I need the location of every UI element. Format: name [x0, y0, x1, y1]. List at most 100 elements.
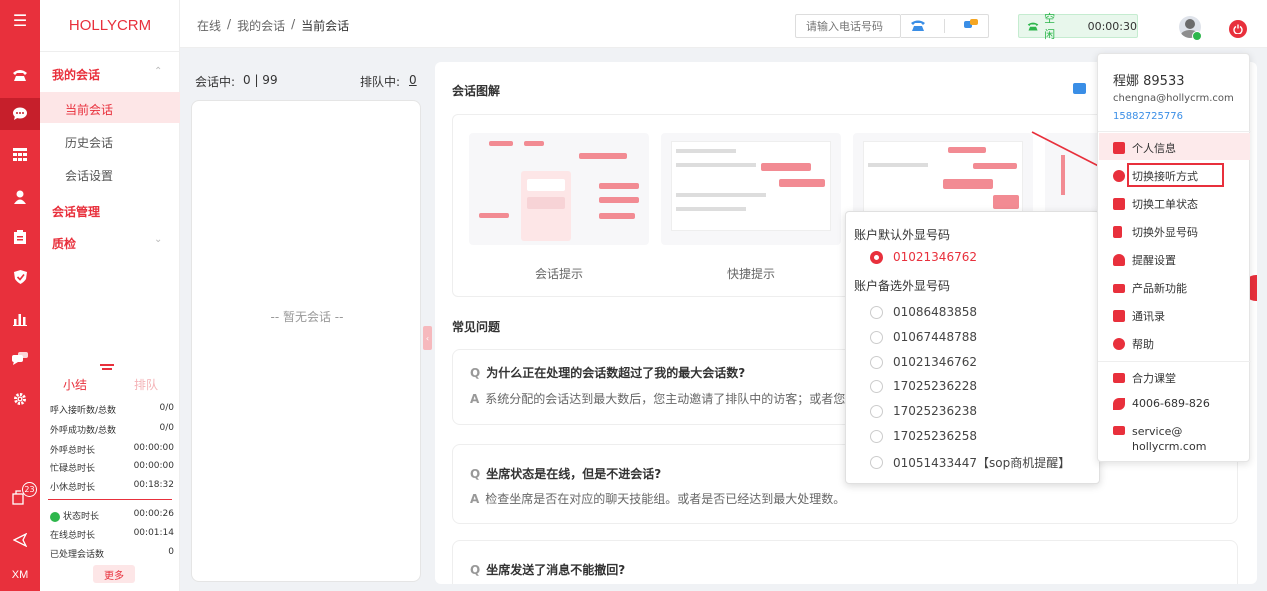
radio-icon [870, 379, 883, 393]
comment-icon[interactable] [0, 346, 40, 372]
phone-input[interactable] [795, 14, 901, 38]
dial-phone-icon[interactable] [910, 19, 926, 34]
nav-history-session[interactable]: 历史会话 [65, 134, 113, 151]
caller-id-popup: 账户默认外显号码 01021346762 账户备选外显号码 0108648385… [845, 211, 1100, 484]
stat-row: 外呼成功数/总数 0/0 [50, 423, 174, 436]
nav-current-session[interactable]: 当前会话 [65, 101, 113, 118]
stat-row: 在线总时长 00:01:14 [50, 528, 174, 541]
clipboard-icon [1113, 198, 1125, 210]
send-icon[interactable] [0, 527, 40, 553]
diagram-title: 会话图解 [452, 84, 501, 98]
breadcrumb-current: 当前会话 [301, 19, 350, 33]
faq-item[interactable]: Q 坐席发送了消息不能撤回? [452, 540, 1238, 584]
user-name: 程娜 89533 [1113, 74, 1185, 89]
contacts-icon [1113, 310, 1125, 322]
conversation-list: -- 暂无会话 -- [191, 100, 421, 582]
menu-link-hotline[interactable]: 4006-689-826 [1113, 397, 1210, 410]
status-label: 空闲 [1044, 12, 1056, 41]
in-session-value: 0 | 99 [243, 73, 278, 87]
agent-status[interactable]: 空闲 00:00:30 [1018, 12, 1138, 41]
radio-icon [870, 305, 883, 319]
collapse-handle[interactable] [100, 364, 114, 366]
menu-item-ticket-status[interactable]: 切换工单状态 [1113, 196, 1198, 212]
tab-summary[interactable]: 小结 [63, 376, 87, 393]
call-buttons [901, 14, 989, 38]
status-phone-icon [1027, 22, 1039, 31]
divider [48, 499, 172, 500]
menu-icon[interactable]: ☰ [0, 0, 40, 40]
nav-my-sessions[interactable]: 我的会话 [52, 66, 100, 83]
menu-item-profile[interactable]: 个人信息 [1113, 140, 1176, 156]
check-icon [50, 511, 60, 522]
menu-item-help[interactable]: 帮助 [1113, 336, 1154, 352]
diagram-thumb-2[interactable] [661, 133, 841, 245]
alt-number-option[interactable]: 01051433447【sop商机提醒】 [870, 454, 1070, 471]
breadcrumb: 在线 / 我的会话 / 当前会话 [197, 17, 350, 34]
power-icon[interactable] [1229, 20, 1247, 38]
online-dot [1192, 31, 1202, 41]
nav-session-settings[interactable]: 会话设置 [65, 167, 113, 184]
menu-link-email[interactable]: service@ hollycrm.com [1113, 424, 1206, 454]
grid-icon[interactable] [0, 142, 40, 168]
chart-icon[interactable] [0, 306, 40, 332]
radio-icon [870, 330, 883, 344]
default-number-option[interactable]: 01021346762 [870, 250, 977, 264]
bell-icon [1113, 254, 1125, 266]
notification-badge: 23 [22, 482, 37, 497]
phone-icon [1113, 226, 1122, 238]
user-initials[interactable]: XM [0, 562, 40, 588]
queue-label: 排队中: [360, 75, 401, 89]
chevron-down-icon[interactable]: ⌄ [154, 234, 162, 245]
radio-icon [870, 355, 883, 369]
video-icon [1113, 373, 1125, 383]
mail-icon [1113, 426, 1125, 435]
menu-link-classroom[interactable]: 合力课堂 [1113, 370, 1176, 386]
breadcrumb-online[interactable]: 在线 [197, 17, 221, 34]
radio-icon [870, 429, 883, 443]
phone-handset-icon [1113, 397, 1125, 410]
user-phone: 15882725776 [1113, 111, 1183, 122]
shield-icon[interactable] [0, 264, 40, 290]
phone-icon[interactable] [0, 62, 40, 88]
transfer-icon[interactable] [963, 18, 979, 34]
status-timer: 00:00:30 [1087, 19, 1137, 33]
stat-row: 呼入接听数/总数 0/0 [50, 403, 174, 416]
collapse-panel-handle[interactable]: ‹ [423, 326, 432, 350]
menu-item-caller-id[interactable]: 切换外显号码 [1113, 224, 1198, 240]
nav-session-manage[interactable]: 会话管理 [52, 203, 100, 220]
menu-item-reminder[interactable]: 提醒设置 [1113, 252, 1176, 268]
alt-number-option[interactable]: 17025236258 [870, 429, 977, 443]
top-bar: 在线 / 我的会话 / 当前会话 空闲 00:00:30 [180, 0, 1267, 48]
user-menu: 程娜 89533 chengna@hollycrm.com 1588272577… [1097, 53, 1251, 462]
alt-number-option[interactable]: 01021346762 [870, 355, 977, 369]
tab-queue[interactable]: 排队 [134, 376, 158, 393]
gear-icon[interactable] [0, 386, 40, 412]
in-session-label: 会话中: [195, 75, 236, 89]
stat-row: 忙碌总时长 00:00:00 [50, 461, 174, 474]
menu-item-switch-answer[interactable]: 切换接听方式 [1113, 168, 1198, 184]
nav-quality-check[interactable]: 质检 [52, 235, 76, 252]
icon-rail: ☰ 23 XM [0, 0, 40, 591]
video-icon[interactable] [1073, 83, 1086, 94]
chat-icon[interactable] [0, 98, 40, 130]
chevron-up-icon[interactable]: ⌃ [154, 66, 162, 77]
menu-item-new-features[interactable]: 产品新功能 [1113, 280, 1187, 296]
user-icon[interactable] [0, 184, 40, 210]
queue-value[interactable]: 0 [409, 73, 417, 87]
left-nav: HOLLYCRM 我的会话 ⌃ 当前会话 历史会话 会话设置 会话管理 质检 ⌄… [40, 0, 180, 591]
menu-item-contacts[interactable]: 通讯录 [1113, 308, 1165, 324]
notification-icon[interactable]: 23 [0, 482, 40, 510]
more-button[interactable]: 更多 [93, 565, 135, 583]
caption-session-tip: 会话提示 [534, 267, 583, 281]
alt-number-option[interactable]: 17025236238 [870, 404, 977, 418]
alt-number-option[interactable]: 01086483858 [870, 305, 977, 319]
clipboard-icon[interactable] [0, 224, 40, 250]
alt-number-option[interactable]: 17025236228 [870, 379, 977, 393]
diagram-thumb-1[interactable] [469, 133, 649, 245]
empty-message: -- 暂无会话 -- [270, 310, 344, 324]
stat-row: 状态时长 00:00:26 [50, 509, 174, 522]
new-badge-icon [1113, 283, 1125, 293]
faq-title: 常见问题 [452, 320, 501, 334]
breadcrumb-my-sessions[interactable]: 我的会话 [237, 17, 285, 34]
alt-number-option[interactable]: 01067448788 [870, 330, 977, 344]
